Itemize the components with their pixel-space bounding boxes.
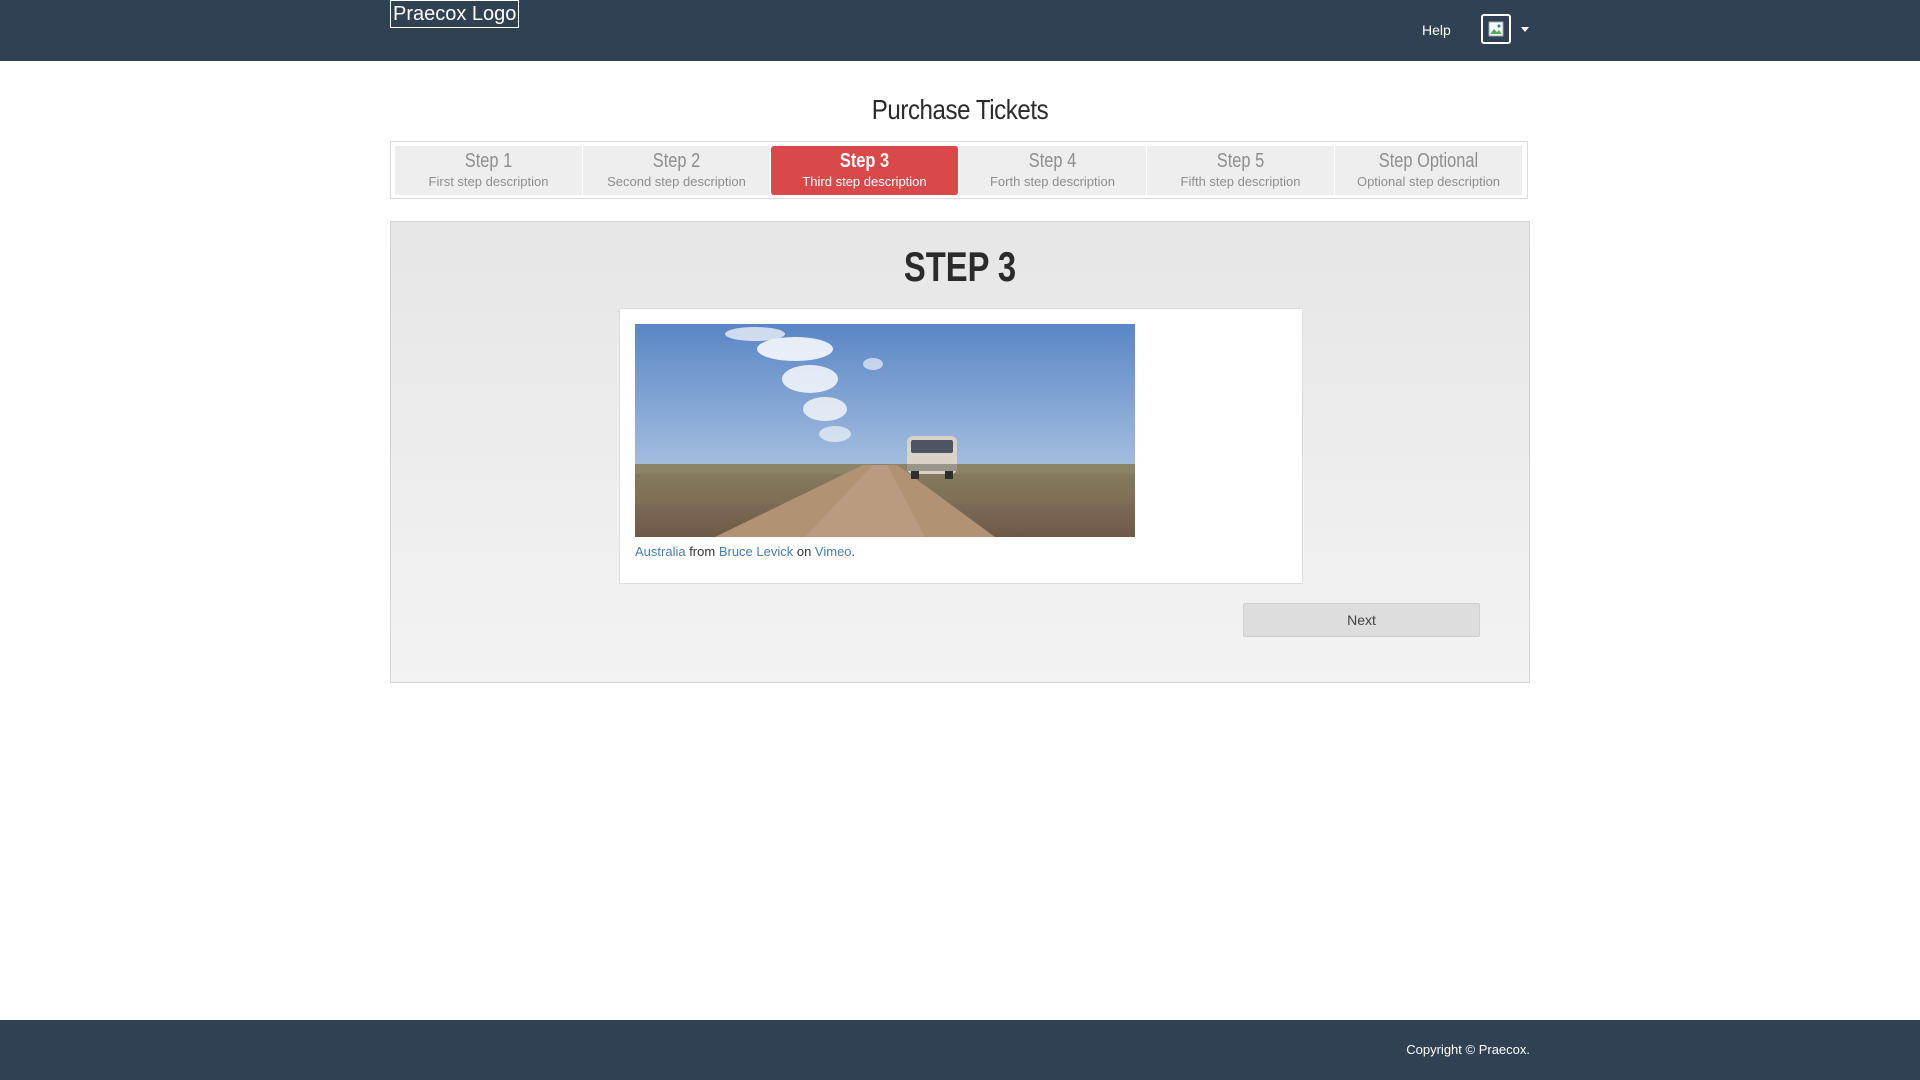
brand-logo[interactable]: Praecox Logo <box>390 0 520 28</box>
broken-image-icon <box>1481 14 1511 44</box>
video-card: Australia from Bruce Levick on Vimeo. <box>619 308 1303 584</box>
step-description: Forth step description <box>989 174 1115 189</box>
step-description: Fifth step description <box>1180 174 1301 189</box>
video-thumbnail <box>635 324 1135 537</box>
step-title: Step 2 <box>652 150 701 172</box>
step-title: Step Optional <box>1378 150 1479 172</box>
step-wizard: Step 1 First step description Step 2 Sec… <box>390 141 1528 199</box>
step-optional[interactable]: Step Optional Optional step description <box>1335 146 1523 195</box>
caption-text: . <box>851 544 856 559</box>
copyright-text: Copyright © Praecox. <box>1406 1042 1530 1057</box>
step-description: Optional step description <box>1356 174 1501 189</box>
footer: Copyright © Praecox. <box>0 1020 1920 1080</box>
step-title: Step 4 <box>1028 150 1077 172</box>
step-description: First step description <box>428 174 549 189</box>
step-panel: STEP 3 Australia from Bruce Levick on Vi… <box>390 221 1530 683</box>
top-navbar: Praecox Logo Help <box>0 0 1920 61</box>
caption-text: from <box>685 544 719 559</box>
next-button[interactable]: Next <box>1243 603 1480 637</box>
step-description: Third step description <box>802 174 927 189</box>
help-link[interactable]: Help <box>1422 20 1451 40</box>
step-5[interactable]: Step 5 Fifth step description <box>1147 146 1335 195</box>
video-title-link[interactable]: Australia <box>635 544 686 559</box>
step-2[interactable]: Step 2 Second step description <box>583 146 771 195</box>
step-3[interactable]: Step 3 Third step description <box>771 146 959 195</box>
step-heading: STEP 3 <box>903 243 1017 290</box>
user-menu-toggle[interactable] <box>1481 14 1531 47</box>
video-player[interactable] <box>635 324 1135 537</box>
author-link[interactable]: Bruce Levick <box>719 544 793 559</box>
step-title: Step 1 <box>464 150 513 172</box>
step-title: Step 5 <box>1216 150 1265 172</box>
caret-down-icon <box>1521 27 1529 32</box>
step-title: Step 3 <box>839 150 890 172</box>
page-title: Purchase Tickets <box>871 94 1049 125</box>
video-caption: Australia from Bruce Levick on Vimeo. <box>635 542 855 562</box>
step-1[interactable]: Step 1 First step description <box>395 146 583 195</box>
step-description: Second step description <box>607 174 746 189</box>
vimeo-link[interactable]: Vimeo <box>815 544 852 559</box>
caption-text: on <box>793 544 815 559</box>
step-4[interactable]: Step 4 Forth step description <box>959 146 1147 195</box>
